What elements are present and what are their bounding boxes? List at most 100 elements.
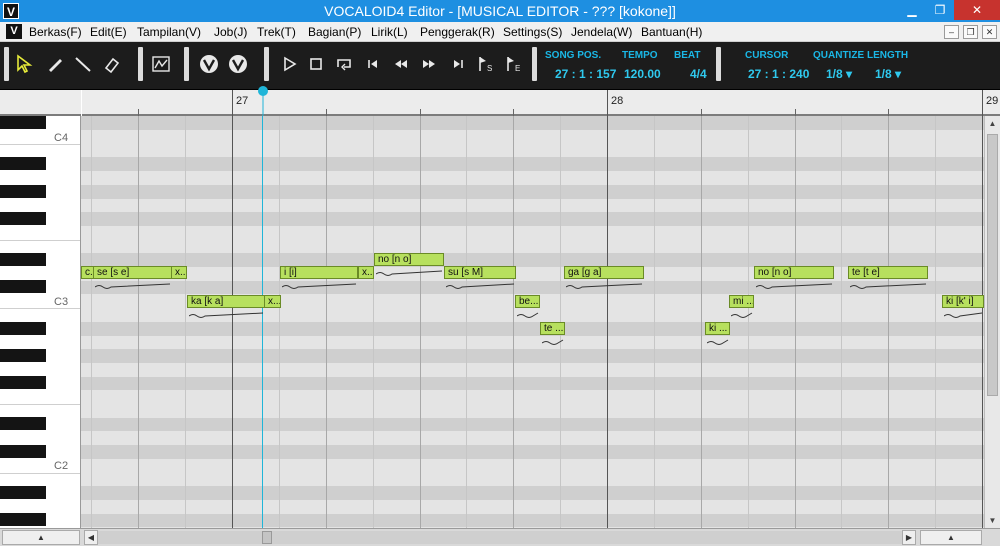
note[interactable]: se [s e] (93, 266, 172, 279)
menu-edit[interactable]: Edit(E) (90, 25, 127, 39)
quantize-select[interactable]: 1/8 ▾ (826, 67, 852, 81)
note[interactable]: x... (358, 266, 374, 279)
length-select[interactable]: 1/8 ▾ (875, 67, 901, 81)
rewind-icon[interactable] (390, 53, 412, 75)
mdi-minimize-icon[interactable]: – (944, 25, 959, 39)
piano-black-key[interactable] (0, 116, 46, 129)
toolbar-grip[interactable] (138, 47, 143, 81)
piano-black-key[interactable] (0, 253, 46, 266)
line-tool-icon[interactable] (72, 53, 94, 75)
vibrato-curve (756, 283, 833, 289)
vertical-scroll-thumb[interactable] (987, 134, 998, 396)
note[interactable]: x... (171, 266, 187, 279)
piano-black-key[interactable] (0, 157, 46, 170)
note[interactable]: ki ... (705, 322, 730, 335)
piano-black-key[interactable] (0, 212, 46, 225)
beat-value[interactable]: 4/4 (690, 67, 707, 81)
scroll-left-icon[interactable]: ◀ (84, 530, 98, 545)
piano-black-key[interactable] (0, 445, 46, 458)
go-end-icon[interactable] (447, 53, 469, 75)
play-icon[interactable] (278, 53, 300, 75)
note[interactable]: x... (264, 295, 281, 308)
pencil-tool-icon[interactable] (44, 53, 66, 75)
stop-icon[interactable] (305, 53, 327, 75)
pitch-row (81, 513, 984, 527)
menu-trek[interactable]: Trek(T) (257, 25, 296, 39)
note[interactable]: ki [k' i] (942, 295, 984, 308)
note[interactable]: no [n o] (754, 266, 834, 279)
pitch-row (81, 116, 984, 130)
piano-black-key[interactable] (0, 486, 46, 499)
minimize-icon[interactable]: ▁ (898, 0, 926, 20)
note[interactable]: su [s M] (444, 266, 516, 279)
menu-penggerak[interactable]: Penggerak(R) (420, 25, 495, 39)
menu-settings[interactable]: Settings(S) (503, 25, 562, 39)
playhead-line (262, 116, 263, 528)
white-key-divider (0, 240, 80, 241)
arrow-tool-icon[interactable] (14, 53, 36, 75)
go-start-icon[interactable] (362, 53, 384, 75)
pitch-row (81, 445, 984, 459)
realtime-input-icon[interactable] (197, 53, 219, 75)
scroll-down-icon[interactable]: ▼ (985, 513, 1000, 528)
toolbar-grip[interactable] (264, 47, 269, 81)
piano-black-key[interactable] (0, 280, 46, 293)
note[interactable]: ga [g a] (564, 266, 644, 279)
mdi-close-icon[interactable]: ✕ (982, 25, 997, 39)
toolbar-grip[interactable] (532, 47, 537, 81)
piano-keyboard[interactable]: C4 C3 C2 (0, 116, 81, 528)
close-icon[interactable]: ✕ (954, 0, 1000, 20)
bottom-bar: ▲ ◀ ▶ ▲ (0, 528, 1000, 546)
cursor-value: 27 : 1 : 240 (748, 67, 810, 81)
pitch-row (81, 472, 984, 486)
end-marker-icon[interactable]: E (502, 53, 524, 75)
scroll-up-icon[interactable]: ▲ (985, 116, 1000, 131)
pitch-row (81, 185, 984, 199)
note[interactable]: no [n o] (374, 253, 444, 266)
piano-black-key[interactable] (0, 349, 46, 362)
envelope-tool-icon[interactable] (150, 53, 172, 75)
piano-black-key[interactable] (0, 513, 46, 526)
menu-bantuan[interactable]: Bantuan(H) (641, 25, 702, 39)
toolbar-grip[interactable] (184, 47, 189, 81)
vertical-scrollbar[interactable]: ▲ ▼ (984, 116, 1000, 528)
menu-berkas[interactable]: Berkas(F) (29, 25, 82, 39)
piano-roll-grid[interactable]: c...se [s e]x...ka [k a]x...i [i]x...no … (81, 116, 984, 528)
menu-job[interactable]: Job(J) (214, 25, 247, 39)
horizontal-scroll-thumb[interactable] (262, 531, 272, 544)
ruler-tick (420, 109, 421, 116)
note[interactable]: be... (515, 295, 540, 308)
menu-bar: V Berkas(F) Edit(E) Tampilan(V) Job(J) T… (0, 22, 1000, 42)
note[interactable]: mi ... (729, 295, 754, 308)
loop-icon[interactable] (333, 53, 355, 75)
menu-lirik[interactable]: Lirik(L) (371, 25, 408, 39)
fast-forward-icon[interactable] (418, 53, 440, 75)
zoom-slider[interactable]: ▲ (920, 530, 982, 545)
note[interactable]: te [t e] (848, 266, 928, 279)
piano-black-key[interactable] (0, 322, 46, 335)
track-panel-toggle-icon[interactable]: ▲ (2, 530, 80, 545)
piano-black-key[interactable] (0, 417, 46, 430)
beat-gridline (795, 116, 796, 528)
piano-black-key[interactable] (0, 376, 46, 389)
menu-jendela[interactable]: Jendela(W) (571, 25, 632, 39)
mdi-restore-icon[interactable]: ❐ (963, 25, 978, 39)
horizontal-scroll-track[interactable] (98, 531, 902, 544)
note[interactable]: te ... (540, 322, 565, 335)
tempo-value[interactable]: 120.00 (624, 67, 661, 81)
piano-black-key[interactable] (0, 185, 46, 198)
menu-bagian[interactable]: Bagian(P) (308, 25, 361, 39)
playhead-handle-icon[interactable] (256, 86, 270, 116)
toolbar-grip[interactable] (4, 47, 9, 81)
eraser-tool-icon[interactable] (100, 53, 122, 75)
toolbar-grip[interactable] (716, 47, 721, 81)
scroll-right-icon[interactable]: ▶ (902, 530, 916, 545)
document-icon[interactable]: V (6, 24, 22, 39)
note[interactable]: ka [k a] (187, 295, 265, 308)
note[interactable]: i [i] (280, 266, 358, 279)
voice-convert-icon[interactable] (226, 53, 248, 75)
restore-icon[interactable]: ❐ (926, 0, 954, 20)
measure-ruler[interactable]: 27 28 29 (0, 86, 1000, 116)
menu-tampilan[interactable]: Tampilan(V) (137, 25, 201, 39)
start-marker-icon[interactable]: S (474, 53, 496, 75)
